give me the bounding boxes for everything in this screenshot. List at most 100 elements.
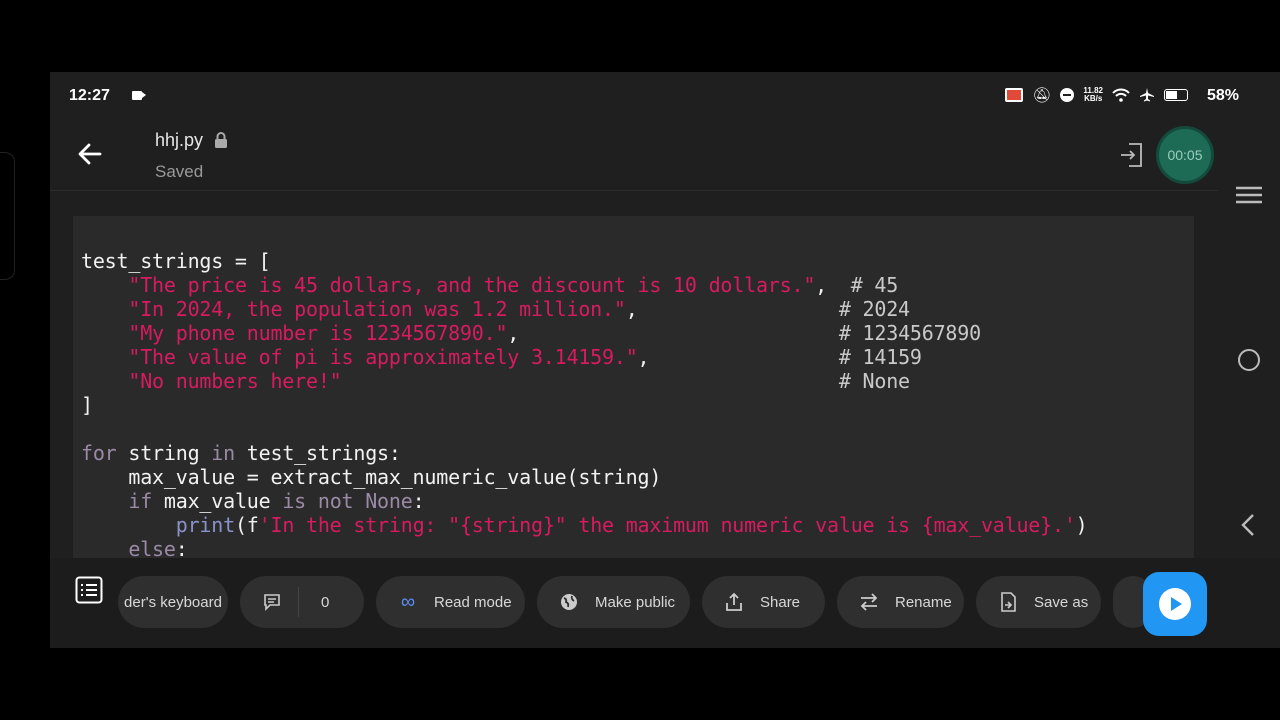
- editor-header: hhj.py Saved: [50, 120, 1218, 191]
- code-token: ,: [637, 345, 839, 369]
- battery-percent: 58%: [1206, 87, 1239, 104]
- make-public-label: Make public: [595, 593, 676, 611]
- rename-label: Rename: [895, 593, 952, 611]
- code-token: ,: [507, 321, 839, 345]
- battery-icon: [1164, 89, 1188, 101]
- code-token: :: [412, 489, 425, 513]
- code-token: # 2024: [838, 297, 910, 321]
- keyboard-label: der's keyboard: [124, 593, 222, 611]
- comment-count: 0: [321, 593, 330, 611]
- code-token: max_value: [152, 489, 283, 513]
- code-token: "In 2024, the population was 1.2 million…: [128, 297, 626, 321]
- code-token: # None: [838, 369, 910, 393]
- code-token: (f: [234, 513, 259, 537]
- wifi-icon: [1112, 88, 1130, 102]
- code-line[interactable]: "The price is 45 dollars, and the discou…: [81, 273, 1088, 297]
- code-token: # 1234567890: [838, 321, 981, 345]
- code-token: print: [175, 513, 235, 537]
- code-token: in: [211, 441, 235, 465]
- chevron-left-icon[interactable]: [1240, 512, 1256, 538]
- code-editor[interactable]: test_strings = [ "The price is 45 dollar…: [73, 216, 1194, 558]
- camera-icon: [132, 91, 146, 100]
- code-token: # 14159: [838, 345, 922, 369]
- list-icon[interactable]: [75, 576, 103, 604]
- rename-button[interactable]: Rename: [837, 576, 964, 628]
- code-token: ]: [81, 393, 93, 417]
- code-token: "The price is 45 dollars, and the discou…: [128, 273, 816, 297]
- code-token: # 45: [850, 273, 899, 297]
- code-line[interactable]: max_value = extract_max_numeric_value(st…: [81, 465, 1088, 489]
- save-as-button[interactable]: Save as: [976, 576, 1101, 628]
- speed-unit: KB/s: [1084, 94, 1103, 103]
- share-button[interactable]: Share: [702, 576, 825, 628]
- code-token: "My phone number is 1234567890.": [128, 321, 508, 345]
- infinity-icon: ∞: [400, 590, 416, 613]
- file-name: hhj.py: [155, 130, 204, 150]
- share-icon: [724, 592, 744, 612]
- recording-timer[interactable]: 00:05: [1156, 126, 1214, 184]
- code-token: max_value = extract_max_numeric_value(st…: [81, 465, 662, 489]
- code-line[interactable]: ]: [81, 393, 1088, 417]
- code-token: "The value of pi is approximately 3.1415…: [128, 345, 638, 369]
- code-token: test_strings = [: [81, 249, 271, 273]
- make-public-button[interactable]: Make public: [537, 576, 690, 628]
- airplane-icon: [1140, 88, 1154, 102]
- code-line[interactable]: test_strings = [: [81, 249, 1088, 273]
- code-token: if: [128, 489, 153, 513]
- code-line[interactable]: else:: [81, 537, 1088, 558]
- run-button[interactable]: [1143, 572, 1207, 636]
- network-speed: 11.82 KB/s: [1083, 87, 1103, 103]
- status-bar: 12:27 🔕︎ 11.82 KB/s 58%: [50, 72, 1280, 120]
- do-not-disturb-icon: [1060, 88, 1075, 102]
- code-token: :: [175, 537, 188, 558]
- code-line[interactable]: "In 2024, the population was 1.2 million…: [81, 297, 1088, 321]
- code-line[interactable]: print(f'In the string: "{string}" the ma…: [81, 513, 1088, 537]
- code-token: ): [1075, 513, 1088, 537]
- app-screen: 12:27 🔕︎ 11.82 KB/s 58% hhj.py Saved 00:…: [50, 72, 1280, 648]
- code-token: for: [81, 441, 117, 465]
- share-label: Share: [760, 593, 801, 611]
- bottom-toolbar: der's keyboard 0 ∞ Read mode Make public…: [50, 558, 1280, 648]
- code-token: is not None: [282, 489, 413, 513]
- circle-home-icon[interactable]: [1238, 349, 1260, 371]
- swap-icon: [859, 592, 879, 612]
- arrow-left-icon[interactable]: [76, 140, 104, 168]
- code-line[interactable]: "No numbers here!" # None: [81, 369, 1088, 393]
- save-as-icon: [998, 592, 1018, 612]
- code-line[interactable]: for string in test_strings:: [81, 441, 1088, 465]
- divider: [298, 587, 299, 617]
- globe-icon: [559, 592, 579, 612]
- hamburger-menu-icon[interactable]: [1236, 186, 1262, 204]
- read-mode-label: Read mode: [434, 593, 512, 611]
- code-token: else: [128, 537, 176, 558]
- status-time: 12:27: [69, 87, 110, 104]
- code-line[interactable]: "The value of pi is approximately 3.1415…: [81, 345, 1088, 369]
- bell-off-icon: 🔕︎: [1032, 87, 1052, 104]
- code-line[interactable]: "My phone number is 1234567890.", # 1234…: [81, 321, 1088, 345]
- code-token: ,: [815, 273, 851, 297]
- read-mode-button[interactable]: ∞ Read mode: [376, 576, 525, 628]
- code-token: 'In the string: "{string}" the maximum n…: [258, 513, 1076, 537]
- comments-button[interactable]: 0: [240, 576, 364, 628]
- code-content[interactable]: test_strings = [ "The price is 45 dollar…: [81, 249, 1088, 558]
- save-status: Saved: [155, 162, 204, 181]
- exit-icon[interactable]: [1119, 142, 1143, 168]
- code-token: ,: [625, 297, 839, 321]
- play-icon: [1159, 588, 1191, 620]
- cast-icon: [1005, 88, 1024, 102]
- keyboard-button[interactable]: der's keyboard: [118, 576, 228, 628]
- code-token: "No numbers here!": [128, 369, 342, 393]
- code-line[interactable]: [81, 417, 1088, 441]
- device-edge: [0, 152, 15, 280]
- code-line[interactable]: if max_value is not None:: [81, 489, 1088, 513]
- status-icons: 🔕︎ 11.82 KB/s: [1005, 86, 1188, 104]
